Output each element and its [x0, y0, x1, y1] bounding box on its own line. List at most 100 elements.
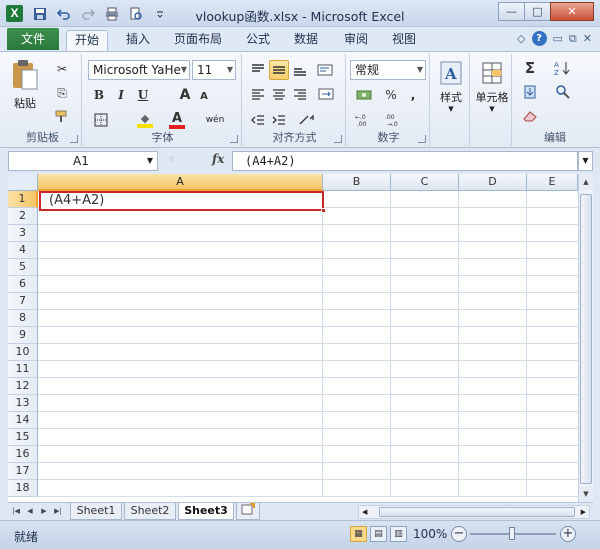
- row-header[interactable]: 13: [8, 395, 38, 412]
- fill-down-icon[interactable]: [518, 82, 542, 102]
- tab-file[interactable]: 文件: [7, 28, 59, 50]
- font-size-select[interactable]: 11 ▼: [192, 60, 236, 80]
- column-header-a[interactable]: A: [38, 174, 323, 191]
- underline-button[interactable]: U: [134, 86, 152, 104]
- select-all-corner[interactable]: [8, 174, 38, 191]
- page-layout-view-icon[interactable]: ▤: [370, 526, 387, 542]
- vertical-scroll-thumb[interactable]: [580, 194, 592, 484]
- horizontal-scroll-thumb[interactable]: [379, 507, 575, 517]
- sheet-tab-sheet1[interactable]: Sheet1: [70, 503, 122, 520]
- row-header[interactable]: 3: [8, 225, 38, 242]
- zoom-slider-thumb[interactable]: [509, 527, 515, 540]
- increase-decimal-icon[interactable]: ←.0.00: [352, 110, 378, 130]
- sheet-tab-sheet3[interactable]: Sheet3: [178, 503, 234, 520]
- bold-button[interactable]: B: [90, 86, 108, 104]
- row-header[interactable]: 1: [8, 191, 38, 208]
- fill-color-button[interactable]: ◆: [134, 110, 156, 130]
- workbook-restore-icon[interactable]: ⧉: [569, 32, 577, 46]
- tab-home[interactable]: 开始: [66, 30, 109, 51]
- row-header[interactable]: 10: [8, 344, 38, 361]
- column-header-d[interactable]: D: [459, 174, 527, 191]
- expand-formula-bar-icon[interactable]: ▼: [578, 151, 593, 171]
- merge-center-icon[interactable]: [314, 84, 340, 104]
- align-center-icon[interactable]: [269, 84, 289, 104]
- sort-filter-icon[interactable]: AZ: [550, 58, 576, 78]
- first-sheet-icon[interactable]: |◀: [10, 505, 22, 518]
- find-select-icon[interactable]: [550, 82, 576, 102]
- zoom-level[interactable]: 100%: [413, 527, 447, 541]
- insert-sheet-icon[interactable]: [236, 503, 260, 520]
- row-header[interactable]: 14: [8, 412, 38, 429]
- insert-function-button[interactable]: fx: [212, 152, 224, 166]
- last-sheet-icon[interactable]: ▶|: [52, 505, 64, 518]
- row-header[interactable]: 17: [8, 463, 38, 480]
- row-header[interactable]: 4: [8, 242, 38, 259]
- zoom-in-button[interactable]: +: [560, 526, 576, 542]
- borders-icon[interactable]: [90, 110, 112, 130]
- scroll-down-icon[interactable]: ▼: [579, 486, 593, 502]
- fill-handle[interactable]: [321, 208, 326, 213]
- row-header[interactable]: 16: [8, 446, 38, 463]
- font-launcher-icon[interactable]: [230, 135, 238, 143]
- font-color-button[interactable]: A: [166, 110, 188, 130]
- increase-indent-icon[interactable]: [269, 110, 289, 130]
- horizontal-scrollbar[interactable]: ◀ ▶: [358, 505, 590, 519]
- active-cell-a1[interactable]: (A4+A2): [39, 191, 326, 213]
- worksheet-grid[interactable]: A B C D E 1 2 3 4 5 6 7 8 9 10 11 12 13 14 15 16 17 18 (A…: [8, 174, 578, 502]
- workbook-close-icon[interactable]: ✕: [583, 32, 592, 45]
- formula-input[interactable]: (A4+A2): [232, 151, 578, 171]
- row-header[interactable]: 7: [8, 293, 38, 310]
- zoom-out-button[interactable]: −: [451, 526, 467, 542]
- next-sheet-icon[interactable]: ▶: [38, 505, 50, 518]
- name-box[interactable]: A1 ▼: [8, 151, 158, 171]
- column-header-e[interactable]: E: [527, 174, 578, 191]
- minimize-button[interactable]: —: [498, 2, 525, 21]
- shrink-font-button[interactable]: A: [196, 88, 212, 104]
- cut-icon[interactable]: ✂: [50, 60, 74, 78]
- format-painter-icon[interactable]: [50, 108, 74, 126]
- decrease-indent-icon[interactable]: [248, 110, 268, 130]
- tab-review[interactable]: 审阅: [336, 30, 376, 51]
- tab-view[interactable]: 视图: [384, 30, 424, 51]
- row-header[interactable]: 18: [8, 480, 38, 497]
- currency-format-icon[interactable]: [352, 86, 378, 104]
- help-icon[interactable]: ?: [531, 31, 547, 46]
- percent-style-button[interactable]: %: [382, 86, 400, 104]
- align-bottom-icon[interactable]: [290, 60, 310, 80]
- tab-insert[interactable]: 插入: [118, 30, 158, 51]
- copy-icon[interactable]: ⎘: [50, 84, 74, 102]
- minimize-ribbon-icon[interactable]: ◇: [517, 32, 525, 45]
- row-header[interactable]: 15: [8, 429, 38, 446]
- scroll-right-icon[interactable]: ▶: [581, 506, 586, 518]
- font-name-select[interactable]: Microsoft YaHe ▼: [88, 60, 190, 80]
- row-header[interactable]: 2: [8, 208, 38, 225]
- tab-formulas[interactable]: 公式: [238, 30, 278, 51]
- page-break-preview-icon[interactable]: ▥: [390, 526, 407, 542]
- alignment-launcher-icon[interactable]: [334, 135, 342, 143]
- comma-style-button[interactable]: ,: [404, 86, 422, 104]
- prev-sheet-icon[interactable]: ◀: [24, 505, 36, 518]
- workbook-minimize-icon[interactable]: ▭: [553, 32, 563, 45]
- autosum-button[interactable]: Σ: [518, 58, 542, 78]
- grow-font-button[interactable]: A: [176, 86, 194, 104]
- row-header[interactable]: 9: [8, 327, 38, 344]
- maximize-button[interactable]: □: [524, 2, 551, 21]
- decrease-decimal-icon[interactable]: .00 →.0: [382, 110, 408, 130]
- styles-button[interactable]: A 样式 ▼: [434, 60, 468, 113]
- row-header[interactable]: 8: [8, 310, 38, 327]
- normal-view-icon[interactable]: ▦: [350, 526, 367, 542]
- number-launcher-icon[interactable]: [418, 135, 426, 143]
- align-right-icon[interactable]: [290, 84, 310, 104]
- italic-button[interactable]: I: [112, 86, 130, 104]
- vertical-scrollbar[interactable]: ▲ ▼: [578, 174, 593, 502]
- sheet-tab-sheet2[interactable]: Sheet2: [124, 503, 176, 520]
- tab-data[interactable]: 数据: [286, 30, 326, 51]
- scroll-up-icon[interactable]: ▲: [579, 174, 593, 190]
- orientation-icon[interactable]: [294, 110, 320, 130]
- paste-button[interactable]: 粘贴: [8, 58, 42, 111]
- clear-icon[interactable]: [518, 106, 542, 126]
- phonetic-guide-button[interactable]: wén: [202, 110, 228, 130]
- align-left-icon[interactable]: [248, 84, 268, 104]
- scroll-left-icon[interactable]: ◀: [362, 506, 367, 518]
- row-header[interactable]: 12: [8, 378, 38, 395]
